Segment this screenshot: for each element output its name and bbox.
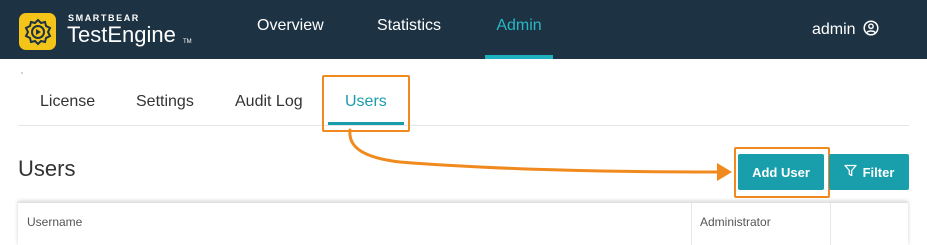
column-divider (830, 203, 831, 245)
column-divider (691, 203, 692, 245)
column-header-administrator[interactable]: Administrator (700, 215, 771, 229)
column-header-username[interactable]: Username (27, 215, 82, 229)
users-table: Username Administrator (18, 202, 908, 245)
